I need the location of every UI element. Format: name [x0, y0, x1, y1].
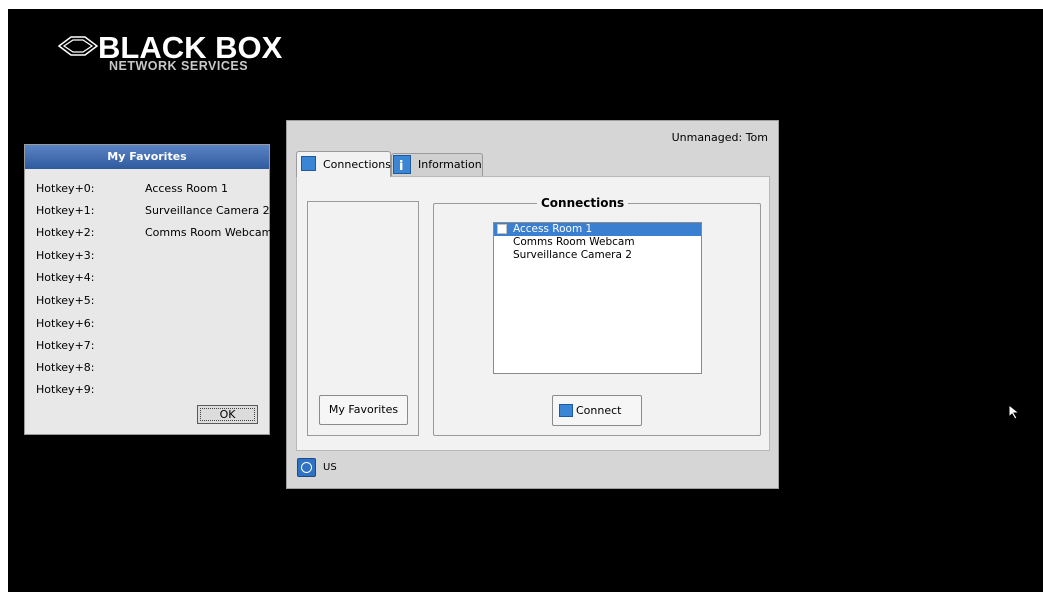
desktop-background: BLACK BOX NETWORK SERVICES My Favorites … [8, 9, 1043, 592]
hotkey-label: Hotkey+2: [36, 226, 95, 239]
connections-group: Connections Access Room 1 Comms Room Web… [433, 196, 761, 436]
hotkey-label: Hotkey+6: [36, 317, 95, 330]
hotkey-label: Hotkey+4: [36, 271, 95, 284]
list-item[interactable]: Surveillance Camera 2 [494, 249, 701, 262]
svg-text:i: i [399, 159, 403, 173]
main-panel: Unmanaged: Tom Connections i Information… [286, 120, 779, 489]
hotkey-label: Hotkey+5: [36, 294, 95, 307]
favorites-side-box: My Favorites [307, 201, 419, 436]
brand-logo: BLACK BOX NETWORK SERVICES [58, 30, 308, 75]
list-item[interactable]: Access Room 1 [494, 223, 701, 236]
connections-group-title: Connections [537, 196, 629, 210]
tab-information[interactable]: i Information [391, 153, 483, 177]
hotkey-target: Access Room 1 [145, 182, 228, 195]
hotkey-label: Hotkey+8: [36, 361, 95, 374]
tab-label: Information [418, 158, 482, 171]
hotkey-target: Surveillance Camera 2 [145, 204, 270, 217]
favorites-title-bar[interactable]: My Favorites [25, 145, 269, 169]
hotkey-label: Hotkey+0: [36, 182, 95, 195]
connect-label: Connect [576, 404, 622, 417]
connections-list[interactable]: Access Room 1 Comms Room Webcam Surveill… [493, 222, 702, 374]
user-status: Unmanaged: Tom [671, 131, 768, 144]
mouse-cursor-icon [1008, 404, 1021, 420]
connect-button[interactable]: Connect [552, 395, 642, 426]
my-favorites-window: My Favorites Hotkey+0: Access Room 1 Hot… [24, 144, 272, 435]
brand-tagline: NETWORK SERVICES [109, 59, 249, 73]
diamond-logo-icon [58, 36, 98, 56]
ok-button[interactable]: OK [197, 405, 258, 424]
hotkey-target: Comms Room Webcam [145, 226, 273, 239]
keyboard-layout: US [323, 462, 337, 473]
hotkey-label: Hotkey+3: [36, 249, 95, 262]
tab-label: Connections [323, 158, 391, 171]
hotkey-label: Hotkey+7: [36, 339, 95, 352]
power-icon[interactable] [297, 458, 316, 477]
hotkey-label: Hotkey+9: [36, 383, 95, 396]
tab-connections[interactable]: Connections [296, 151, 391, 177]
list-item[interactable]: Comms Room Webcam [494, 236, 701, 249]
hotkey-label: Hotkey+1: [36, 204, 95, 217]
info-icon: i [393, 155, 411, 174]
my-favorites-button[interactable]: My Favorites [319, 395, 408, 425]
connect-icon [559, 404, 573, 417]
connections-icon [301, 156, 316, 171]
connections-tab-content: My Favorites Connections Access Room 1 C… [296, 176, 770, 451]
